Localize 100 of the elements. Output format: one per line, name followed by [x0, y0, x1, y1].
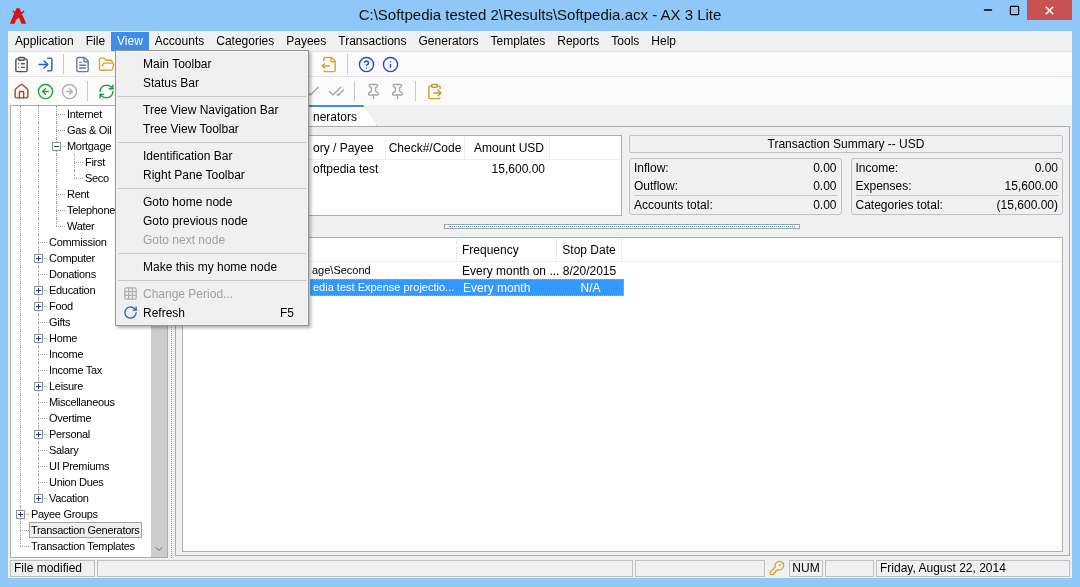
tree-item[interactable]: Rent [65, 186, 92, 202]
clipboard-icon [425, 82, 443, 100]
tab[interactable]: nerators [307, 105, 377, 126]
column-header[interactable]: Stop Date [557, 238, 622, 261]
expander-toggle[interactable] [34, 286, 43, 295]
table-cell-text: edia test Expense projectio... [312, 280, 456, 296]
tree-item[interactable]: Gifts [47, 314, 73, 330]
summary-value: 0.00 [813, 178, 837, 195]
tree-item[interactable]: Union Dues [47, 474, 106, 490]
summary-label: Accounts total: [634, 197, 713, 214]
menu-item[interactable]: Main Toolbar [116, 54, 308, 73]
menu-bar-item[interactable]: Categories [210, 31, 281, 51]
menu-item[interactable]: Identification Bar [116, 146, 308, 165]
tree-item[interactable]: Income Tax [47, 362, 105, 378]
tree-item[interactable]: Miscellaneous [47, 394, 117, 410]
menu-item[interactable]: Goto home node [116, 192, 308, 211]
table-cell-text: oftpedia test [313, 161, 380, 178]
tree-item[interactable]: Donations [47, 266, 98, 282]
menu-bar-item[interactable]: Templates [484, 31, 552, 51]
grid-icon [122, 286, 138, 301]
menu-bar-item[interactable]: Payees [280, 31, 333, 51]
new-file-icon [73, 55, 91, 73]
tree-item[interactable]: Leisure [47, 378, 85, 394]
column-header[interactable]: ory / Payee [313, 136, 386, 159]
table-cell-text: age\Second [311, 263, 372, 279]
key-icon [769, 560, 785, 576]
menu-bar-item[interactable]: Help [645, 31, 682, 51]
tree-item[interactable]: Overtime [47, 410, 94, 426]
menu-item[interactable]: Tree View Toolbar [116, 119, 308, 138]
menu-item[interactable]: Refresh F5 [116, 303, 308, 322]
tree-item[interactable]: Home [47, 330, 80, 346]
tree-item[interactable]: Income [47, 346, 86, 362]
info-icon [381, 55, 399, 73]
menu-bar-item[interactable]: File [79, 31, 112, 51]
tree-item[interactable]: Food [47, 298, 75, 314]
refresh-icon [97, 82, 115, 100]
tree-item[interactable]: Water [65, 218, 97, 234]
tree-item[interactable]: Education [47, 282, 98, 298]
menu-item[interactable]: Goto previous node [116, 211, 308, 230]
summary-value: 15,600.00 [1004, 178, 1058, 195]
summary-title: Transaction Summary -- USD [629, 135, 1063, 153]
expander-toggle[interactable] [34, 334, 43, 343]
help-icon [357, 55, 375, 73]
tree-item[interactable]: Mortgage [65, 138, 114, 154]
summary-value: 0.00 [813, 160, 837, 177]
menu-bar-item[interactable]: Reports [551, 31, 606, 51]
menu-item[interactable]: Status Bar [116, 73, 308, 92]
tree-item[interactable]: Payee Groups [29, 506, 100, 522]
tree-item[interactable]: Computer [47, 250, 97, 266]
table-cell-text: Every month on ... [461, 262, 557, 280]
window-title: C:\Softpedia tested 2\Results\Softpedia.acx - AX 3 Lite [357, 5, 723, 26]
expander-toggle[interactable] [52, 142, 61, 151]
column-header[interactable]: Amount USD [465, 136, 550, 159]
forward-icon [60, 82, 78, 100]
summary-label: Expenses: [855, 178, 912, 195]
splitter-handle[interactable] [444, 224, 800, 229]
expander-toggle[interactable] [34, 494, 43, 503]
summary-label: Income: [855, 160, 899, 177]
menu-bar-item[interactable]: Transactions [332, 31, 413, 51]
tree-item[interactable]: Transaction Generators [29, 522, 142, 538]
column-header[interactable]: Frequency [457, 238, 557, 261]
table-row[interactable]: age\Second Every month on ... 8/20/2015 [310, 262, 622, 279]
maximize-icon [1008, 4, 1020, 16]
expander-toggle[interactable] [34, 430, 43, 439]
export-icon [320, 55, 338, 73]
status-date: Friday, August 22, 2014 [876, 559, 1070, 577]
tree-item[interactable]: UI Premiums [47, 458, 112, 474]
tree-item[interactable]: Internet [65, 106, 104, 122]
expander-toggle[interactable] [34, 382, 43, 391]
menu-item[interactable]: Right Pane Toolbar [116, 165, 308, 184]
tree-item[interactable]: Vacation [47, 490, 91, 506]
app-logo-icon [10, 7, 26, 24]
table-cell-text: 8/20/2015 [561, 262, 618, 280]
summary-value: (15,600.00) [996, 197, 1058, 214]
expander-toggle[interactable] [34, 302, 43, 311]
expander-toggle[interactable] [16, 510, 25, 519]
menu-bar-item[interactable]: Generators [412, 31, 485, 51]
tree-item[interactable]: Commission [47, 234, 109, 250]
menu-bar-item[interactable]: Accounts [148, 31, 211, 51]
menu-bar-item[interactable]: Tools [605, 31, 646, 51]
refresh-icon [122, 305, 138, 320]
tree-item[interactable]: First [83, 154, 107, 170]
summary-label: Outflow: [634, 178, 678, 195]
table-cell-text: Every month [462, 279, 532, 297]
home-icon [12, 82, 30, 100]
close-icon [1043, 3, 1056, 17]
tree-item[interactable]: Personal [47, 426, 92, 442]
tree-item[interactable]: Salary [47, 442, 81, 458]
expander-toggle[interactable] [34, 254, 43, 263]
menu-item[interactable]: Make this my home node [116, 257, 308, 276]
tree-item[interactable]: Transaction Templates [29, 538, 137, 554]
table-cell-text: 15,600.00 [490, 161, 546, 178]
summary-label: Categories total: [855, 197, 943, 214]
menu-bar-item[interactable]: Application [9, 31, 80, 51]
tree-item[interactable]: Gas & Oil [65, 122, 114, 138]
tree-item[interactable]: Telephone [65, 202, 118, 218]
tree-item[interactable]: Seco [83, 170, 111, 186]
menu-item[interactable]: Tree View Navigation Bar [116, 100, 308, 119]
table-cell-text: N/A [579, 279, 602, 297]
column-header[interactable]: Check#/Code [386, 136, 465, 159]
